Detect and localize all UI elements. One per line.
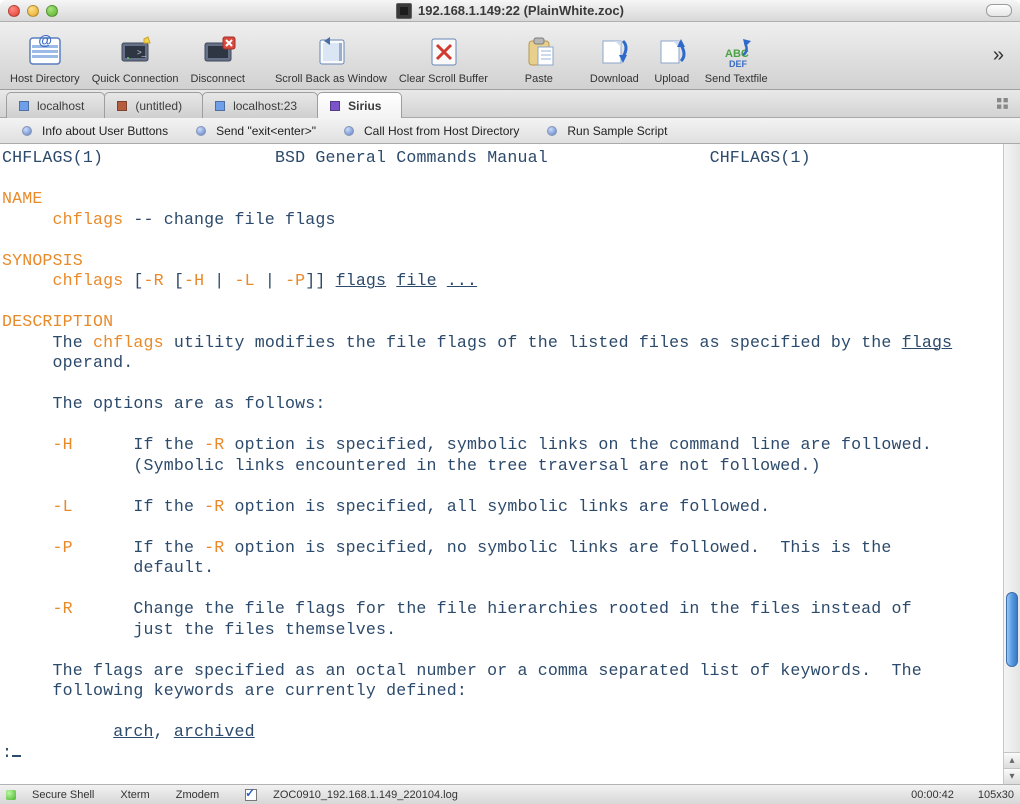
user-button-run-sample[interactable]: Run Sample Script [547,124,667,138]
flags-body: The flags are specified as an octal numb… [2,661,922,701]
user-button-call-host[interactable]: Call Host from Host Directory [344,124,519,138]
window-titlebar: 192.168.1.149:22 (PlainWhite.zoc) [0,0,1020,22]
man-section-name: NAME [2,189,42,208]
zoom-window-button[interactable] [46,5,58,17]
disconnect-icon [197,33,239,69]
host-directory-button[interactable]: @ Host Directory [6,33,84,85]
toolbar-label: Scroll Back as Window [275,73,387,85]
tab-label: Sirius [348,99,381,113]
pager-prompt: : [2,743,12,762]
tab-color-icon [330,101,340,111]
connection-led-icon [6,790,16,800]
man-header-right: CHFLAGS(1) [710,148,811,167]
scroll-up-button[interactable]: ▴ [1004,752,1020,768]
svg-text:>_: >_ [137,48,147,57]
toolbar-overflow-button[interactable]: » [983,44,1014,85]
send-textfile-button[interactable]: ABCDEF Send Textfile [701,33,772,85]
tab-label: localhost:23 [233,99,297,113]
toolbar-pill-button[interactable] [986,4,1012,17]
tab-localhost[interactable]: localhost [6,92,105,118]
scroll-back-window-button[interactable]: Scroll Back as Window [271,33,391,85]
toolbar-label: Disconnect [191,73,245,85]
tab-localhost-23[interactable]: localhost:23 [202,92,318,118]
quick-connection-icon: >_ [114,33,156,69]
status-protocol: Zmodem [176,789,235,801]
thumbnails-icon[interactable] [997,98,1010,111]
host-directory-icon: @ [24,33,66,69]
tab-untitled[interactable]: (untitled) [104,92,203,118]
tab-sirius[interactable]: Sirius [317,92,402,118]
tab-color-icon [117,101,127,111]
terminal-area: CHFLAGS(1) BSD General Commands Manual C… [0,144,1020,784]
app-icon [396,3,412,19]
user-button-label: Send "exit<enter>" [216,124,316,138]
bullet-icon [547,126,557,136]
toolbar-label: Download [590,73,639,85]
paste-icon [518,33,560,69]
toolbar-label: Paste [525,73,553,85]
scroll-down-button[interactable]: ▾ [1004,768,1020,784]
user-button-label: Run Sample Script [567,124,667,138]
toolbar-label: Quick Connection [92,73,179,85]
status-bar: Secure Shell Xterm Zmodem ZOC0910_192.16… [0,784,1020,804]
option-H: -H [2,435,73,454]
user-button-label: Info about User Buttons [42,124,168,138]
download-icon [593,33,635,69]
tab-bar: localhost (untitled) localhost:23 Sirius [0,90,1020,118]
window-title: 192.168.1.149:22 (PlainWhite.zoc) [418,3,624,18]
man-section-description: DESCRIPTION [2,312,113,331]
user-button-info[interactable]: Info about User Buttons [22,124,168,138]
user-buttons-bar: Info about User Buttons Send "exit<enter… [0,118,1020,144]
cursor [12,755,21,757]
status-dimensions: 105x30 [978,789,1014,801]
option-L: -L [2,497,73,516]
scrollbar-track[interactable] [1004,144,1020,752]
disconnect-button[interactable]: Disconnect [187,33,249,85]
toolbar-label: Upload [654,73,689,85]
status-logfile: ZOC0910_192.168.1.149_220104.log [273,789,458,801]
scrollbar-thumb[interactable] [1006,592,1018,667]
close-window-button[interactable] [8,5,20,17]
toolbar-label: Host Directory [10,73,80,85]
status-time: 00:00:42 [911,789,954,801]
man-header-left: CHFLAGS(1) [2,148,103,167]
tab-label: localhost [37,99,84,113]
user-button-label: Call Host from Host Directory [364,124,519,138]
terminal-output[interactable]: CHFLAGS(1) BSD General Commands Manual C… [0,144,1003,784]
syn-cmd: chflags [53,271,124,290]
toolbar-label: Send Textfile [705,73,768,85]
svg-text:DEF: DEF [729,59,748,69]
option-R: -R [2,599,73,618]
send-textfile-icon: ABCDEF [715,33,757,69]
option-P: -P [2,538,73,557]
tab-label: (untitled) [135,99,182,113]
clear-scroll-buffer-button[interactable]: Clear Scroll Buffer [395,33,492,85]
tab-color-icon [19,101,29,111]
bullet-icon [196,126,206,136]
upload-button[interactable]: Upload [647,33,697,85]
paste-button[interactable]: Paste [514,33,564,85]
bullet-icon [344,126,354,136]
upload-icon [651,33,693,69]
status-connection: Secure Shell [32,789,110,801]
tab-color-icon [215,101,225,111]
user-button-send-exit[interactable]: Send "exit<enter>" [196,124,316,138]
quick-connection-button[interactable]: >_ Quick Connection [88,33,183,85]
vertical-scrollbar[interactable]: ▴ ▾ [1003,144,1020,784]
man-header-mid: BSD General Commands Manual [275,148,548,167]
minimize-window-button[interactable] [27,5,39,17]
scroll-back-window-icon [310,33,352,69]
clear-scroll-buffer-icon [422,33,464,69]
man-section-synopsis: SYNOPSIS [2,251,83,270]
bullet-icon [22,126,32,136]
download-button[interactable]: Download [586,33,643,85]
toolbar-label: Clear Scroll Buffer [399,73,488,85]
status-emulation: Xterm [120,789,165,801]
logging-checkbox[interactable] [245,789,257,801]
options-intro: The options are as follows: [2,394,325,413]
toolbar: @ Host Directory >_ Quick Connection Dis… [0,22,1020,90]
svg-text:@: @ [38,33,52,48]
